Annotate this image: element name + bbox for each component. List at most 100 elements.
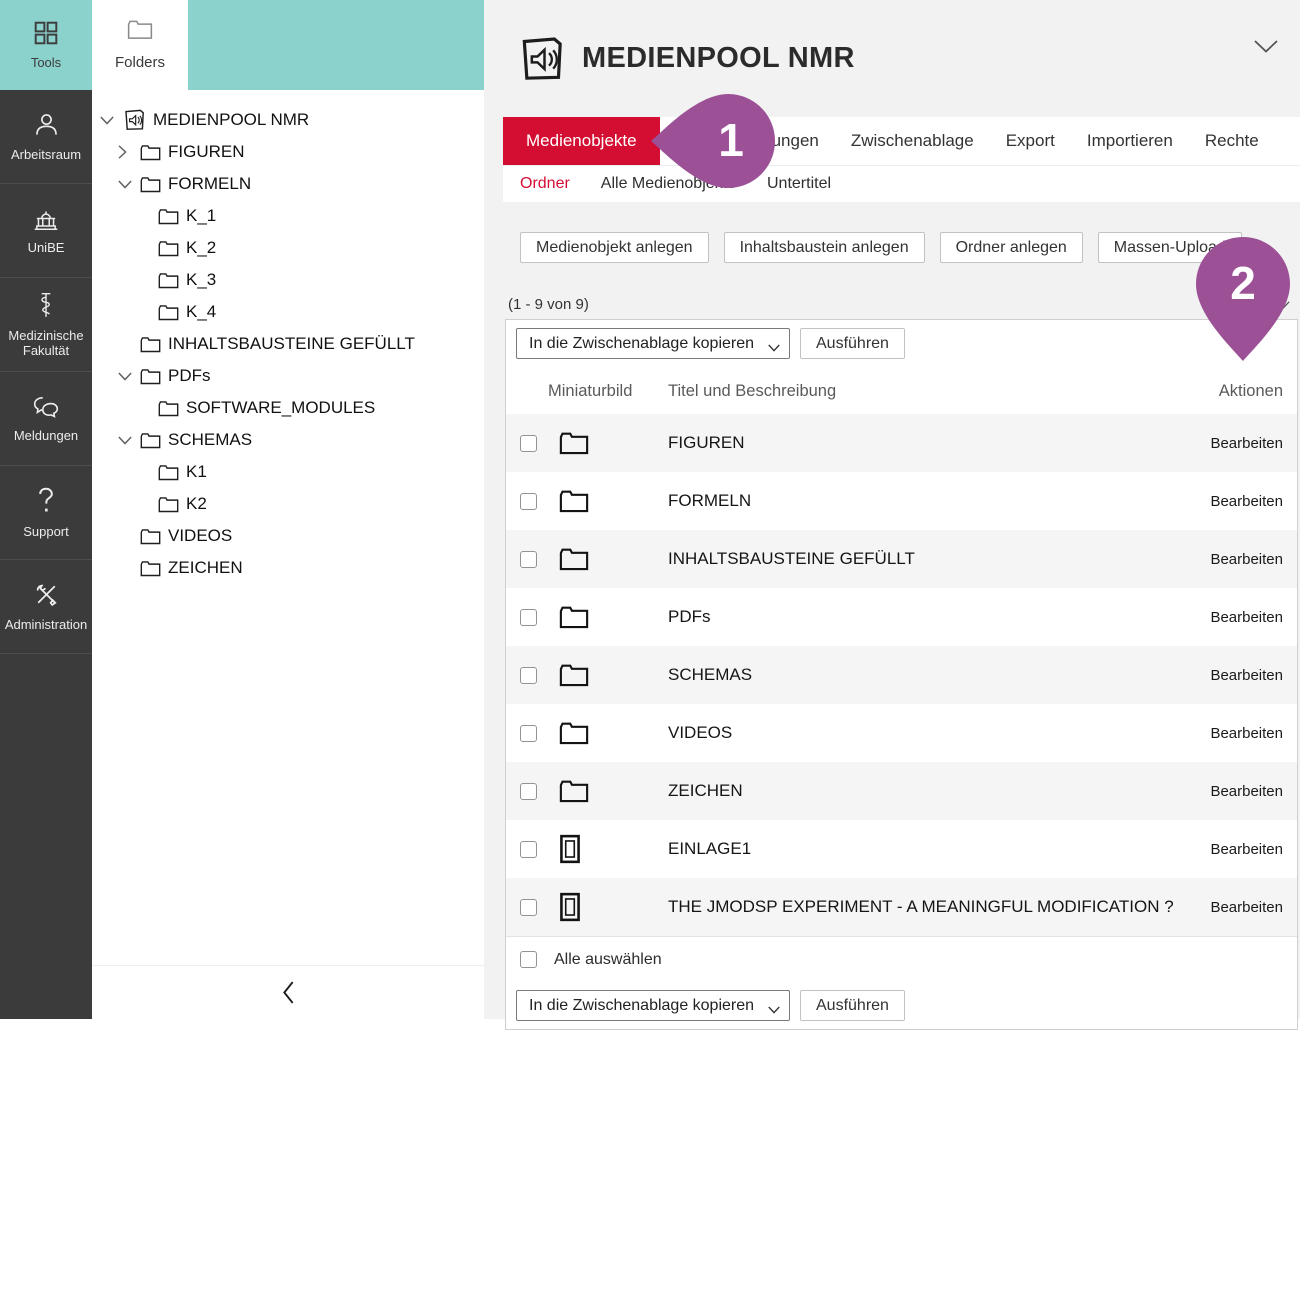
table-header: Miniaturbild Titel und Beschreibung Akti… xyxy=(506,367,1297,414)
tree-item-software_modules[interactable]: SOFTWARE_MODULES xyxy=(92,392,484,424)
folder-icon xyxy=(158,400,179,417)
row-checkbox[interactable] xyxy=(520,899,537,916)
subtab-ordner[interactable]: Ordner xyxy=(520,175,570,193)
folder-icon xyxy=(559,605,593,629)
tab-partially-covered[interactable]: ungen xyxy=(756,117,835,165)
chevron-down-icon[interactable] xyxy=(118,180,140,189)
sidebar-item-label: UniBE xyxy=(25,240,68,255)
tab-importieren[interactable]: Importieren xyxy=(1071,117,1189,165)
inhaltsbaustein-anlegen-button[interactable]: Inhaltsbaustein anlegen xyxy=(724,232,925,263)
folders-panel-footer xyxy=(92,965,484,1019)
row-checkbox[interactable] xyxy=(520,435,537,452)
grid-icon xyxy=(33,20,59,46)
ausfuehren-button[interactable]: Ausführen xyxy=(800,328,905,359)
bearbeiten-link[interactable]: Bearbeiten xyxy=(1210,435,1283,452)
bearbeiten-link[interactable]: Bearbeiten xyxy=(1210,609,1283,626)
sidebar-item-tools[interactable]: Tools xyxy=(0,0,92,90)
tab-medienobjekte[interactable]: Medienobjekte xyxy=(503,117,660,165)
ausfuehren-button[interactable]: Ausführen xyxy=(800,990,905,1021)
tree-item-videos[interactable]: VIDEOS xyxy=(92,520,484,552)
tree-item-label: PDFs xyxy=(168,366,211,386)
row-checkbox[interactable] xyxy=(520,609,537,626)
bearbeiten-link[interactable]: Bearbeiten xyxy=(1210,667,1283,684)
row-checkbox[interactable] xyxy=(520,551,537,568)
chevron-down-icon[interactable] xyxy=(100,116,122,125)
main-content: MEDIENPOOL NMR Medienobjekte ungen Zwisc… xyxy=(503,0,1300,1019)
table-row-inhaltsbausteine-gefuellt: INHALTSBAUSTEINE GEFÜLLT Bearbeiten xyxy=(506,530,1297,588)
folder-icon xyxy=(158,496,179,513)
folder-icon xyxy=(140,560,161,577)
row-checkbox[interactable] xyxy=(520,841,537,858)
select-all-checkbox[interactable] xyxy=(520,951,537,968)
row-title[interactable]: ZEICHEN xyxy=(668,781,743,801)
main-header: MEDIENPOOL NMR xyxy=(503,0,1300,117)
bearbeiten-link[interactable]: Bearbeiten xyxy=(1210,493,1283,510)
tree-item-medienpool-nmr[interactable]: MEDIENPOOL NMR xyxy=(92,104,484,136)
subtab-untertitel[interactable]: Untertitel xyxy=(767,175,831,193)
tab-folders[interactable]: Folders xyxy=(92,0,188,90)
bulk-action-select[interactable]: In die Zwischenablage kopieren xyxy=(516,328,790,359)
chevron-down-icon[interactable] xyxy=(118,372,140,381)
tree-item-zeichen[interactable]: ZEICHEN xyxy=(92,552,484,584)
tree-item-inhaltsbausteine-gefuellt[interactable]: INHALTSBAUSTEINE GEFÜLLT xyxy=(92,328,484,360)
medienobjekt-anlegen-button[interactable]: Medienobjekt anlegen xyxy=(520,232,709,263)
tree-item-k_4[interactable]: K_4 xyxy=(92,296,484,328)
row-title[interactable]: FORMELN xyxy=(668,491,751,511)
collapse-panel-icon[interactable] xyxy=(282,981,295,1004)
tree-item-label: SCHEMAS xyxy=(168,430,252,450)
chevron-down-icon[interactable] xyxy=(1277,301,1290,309)
bearbeiten-link[interactable]: Bearbeiten xyxy=(1210,725,1283,742)
ordner-anlegen-button[interactable]: Ordner anlegen xyxy=(940,232,1083,263)
tree-item-formeln[interactable]: FORMELN xyxy=(92,168,484,200)
row-title[interactable]: SCHEMAS xyxy=(668,665,752,685)
sidebar-item-label: Support xyxy=(20,524,72,539)
sidebar-item-label: Meldungen xyxy=(11,428,81,443)
bearbeiten-link[interactable]: Bearbeiten xyxy=(1210,899,1283,916)
tree-item-k_3[interactable]: K_3 xyxy=(92,264,484,296)
row-title[interactable]: INHALTSBAUSTEINE GEFÜLLT xyxy=(668,549,915,569)
tree-item-schemas[interactable]: SCHEMAS xyxy=(92,424,484,456)
tree-item-figuren[interactable]: FIGUREN xyxy=(92,136,484,168)
tree-item-k1[interactable]: K1 xyxy=(92,456,484,488)
bearbeiten-link[interactable]: Bearbeiten xyxy=(1210,841,1283,858)
sidebar-item-unibe[interactable]: UniBE xyxy=(0,184,92,278)
row-title[interactable]: THE JMODSP EXPERIMENT - A MEANINGFUL MOD… xyxy=(668,897,1174,917)
row-checkbox[interactable] xyxy=(520,493,537,510)
sidebar-item-arbeitsraum[interactable]: Arbeitsraum xyxy=(0,90,92,184)
sidebar-item-support[interactable]: Support xyxy=(0,466,92,560)
sidebar-item-medizinische-fakultaet[interactable]: Medizinische Fakultät xyxy=(0,278,92,372)
row-checkbox[interactable] xyxy=(520,667,537,684)
sidebar-item-label: Tools xyxy=(28,55,64,70)
massen-upload-button[interactable]: Massen-Upload xyxy=(1098,232,1242,263)
tab-rechte[interactable]: Rechte xyxy=(1189,117,1275,165)
sidebar-item-administration[interactable]: Administration xyxy=(0,560,92,654)
document-icon xyxy=(559,834,593,864)
row-title[interactable]: PDFs xyxy=(668,607,711,627)
bulk-action-select[interactable]: In die Zwischenablage kopieren xyxy=(516,990,790,1021)
tree-item-k2[interactable]: K2 xyxy=(92,488,484,520)
row-checkbox[interactable] xyxy=(520,783,537,800)
chevron-right-icon[interactable] xyxy=(118,145,140,159)
chevron-down-icon[interactable] xyxy=(1254,40,1278,58)
subtab-alle-medienobjekte[interactable]: Alle Medienobjekte xyxy=(601,175,736,193)
tree-item-k_1[interactable]: K_1 xyxy=(92,200,484,232)
row-title[interactable]: FIGUREN xyxy=(668,433,745,453)
person-icon xyxy=(33,111,60,138)
tab-export[interactable]: Export xyxy=(990,117,1071,165)
tree-item-label: K_4 xyxy=(186,302,216,322)
bearbeiten-link[interactable]: Bearbeiten xyxy=(1210,551,1283,568)
media-pool-icon xyxy=(515,34,567,84)
bearbeiten-link[interactable]: Bearbeiten xyxy=(1210,783,1283,800)
tab-zwischenablage[interactable]: Zwischenablage xyxy=(835,117,990,165)
tree-item-label: K_1 xyxy=(186,206,216,226)
chevron-down-icon[interactable] xyxy=(118,436,140,445)
tree-item-k_2[interactable]: K_2 xyxy=(92,232,484,264)
sidebar-item-meldungen[interactable]: Meldungen xyxy=(0,372,92,466)
row-title[interactable]: EINLAGE1 xyxy=(668,839,751,859)
tree-item-pdfs[interactable]: PDFs xyxy=(92,360,484,392)
row-title[interactable]: VIDEOS xyxy=(668,723,732,743)
folders-panel: Folders MEDIENPOOL NMR FIGUREN FORMELN xyxy=(92,0,484,1019)
folder-icon xyxy=(559,489,593,513)
row-checkbox[interactable] xyxy=(520,725,537,742)
folder-icon xyxy=(140,528,161,545)
